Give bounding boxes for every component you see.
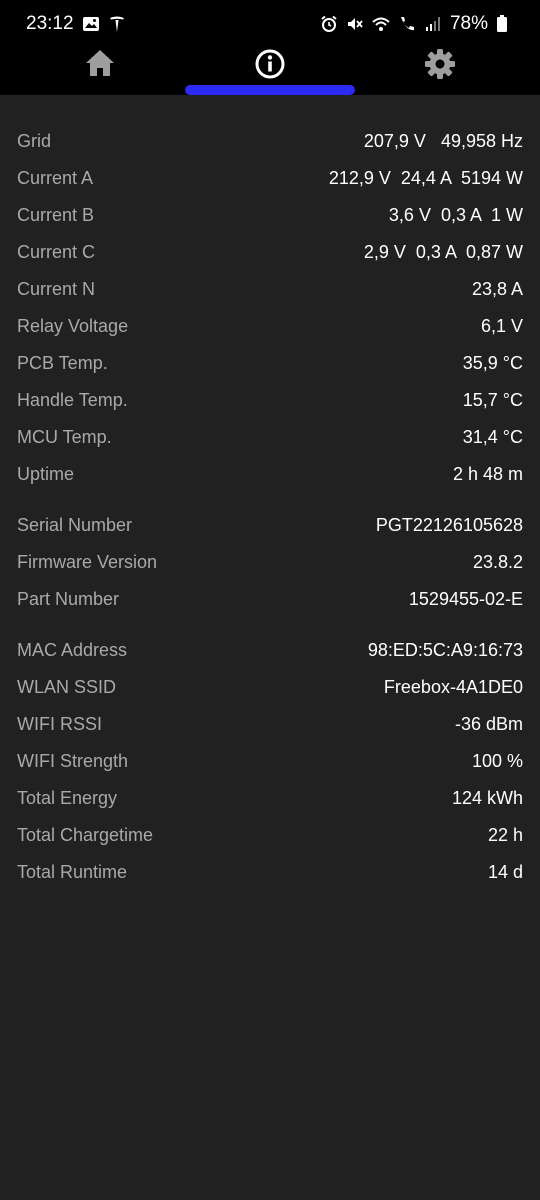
row-label: WIFI RSSI (17, 714, 102, 734)
list-item: Uptime 2 h 48 m (0, 456, 540, 493)
list-item: Current N 23,8 A (0, 271, 540, 308)
row-label: WLAN SSID (17, 677, 117, 697)
row-label: Serial Number (17, 515, 133, 535)
row-label: Handle Temp. (17, 390, 128, 410)
list-item: Current A 212,9 V 24,4 A 5194 W (0, 160, 540, 197)
list-item: Handle Temp. 15,7 °C (0, 382, 540, 419)
row-label: Total Runtime (17, 862, 128, 882)
row-value: -36 dBm (454, 714, 523, 734)
active-tab-indicator (185, 85, 355, 95)
top-navigation (0, 48, 540, 95)
list-item: Total Energy 124 kWh (0, 780, 540, 817)
list-item: MAC Address 98:ED:5C:A9:16:73 (0, 632, 540, 669)
row-label: Uptime (17, 464, 75, 484)
row-label: Total Chargetime (17, 825, 154, 845)
row-label: Firmware Version (17, 552, 158, 572)
list-item: Total Runtime 14 d (0, 854, 540, 891)
tab-home[interactable] (10, 48, 190, 95)
row-value: 15,7 °C (462, 390, 523, 410)
row-label: Current A (17, 168, 94, 188)
wifi-icon (372, 15, 390, 33)
row-value: 2 h 48 m (452, 464, 523, 484)
row-label: Current C (17, 242, 96, 262)
alarm-icon (320, 15, 338, 33)
status-bar-right: 78% (320, 13, 514, 35)
tesla-logo-icon (108, 15, 126, 33)
row-label: Grid (17, 131, 52, 151)
electrical-group: Grid 207,9 V 49,958 Hz Current A 212,9 V 2… (0, 123, 540, 493)
row-value: 35,9 °C (462, 353, 523, 373)
row-label: WIFI Strength (17, 751, 129, 771)
row-value: 124 kWh (451, 788, 523, 808)
list-item: Grid 207,9 V 49,958 Hz (0, 123, 540, 160)
info-icon (254, 48, 286, 85)
row-value: 23.8.2 (472, 552, 523, 572)
row-value: 1529455-02-E (408, 589, 523, 609)
status-time: 23:12 (26, 13, 74, 34)
row-label: Current B (17, 205, 95, 225)
list-item: Current C 2,9 V 0,3 A 0,87 W (0, 234, 540, 271)
row-value: 6,1 V (480, 316, 523, 336)
list-item: PCB Temp. 35,9 °C (0, 345, 540, 382)
row-value: 2,9 V 0,3 A 0,87 W (363, 242, 523, 262)
row-label: Current N (17, 279, 96, 299)
row-label: PCB Temp. (17, 353, 108, 373)
list-item: Current B 3,6 V 0,3 A 1 W (0, 197, 540, 234)
battery-icon (496, 15, 514, 33)
network-group: MAC Address 98:ED:5C:A9:16:73 WLAN SSID Fr… (0, 632, 540, 891)
battery-percent: 78% (449, 13, 488, 34)
list-item: Serial Number PGT22126105628 (0, 507, 540, 544)
row-label: Relay Voltage (17, 316, 129, 336)
list-item: WIFI Strength 100 % (0, 743, 540, 780)
list-item: Part Number 1529455-02-E (0, 581, 540, 618)
status-bar-left: 23:12 (26, 13, 126, 35)
tab-settings[interactable] (350, 48, 530, 95)
row-value: 98:ED:5C:A9:16:73 (367, 640, 523, 660)
row-value: 100 % (471, 751, 523, 771)
status-bar: 23:12 78% (0, 0, 540, 48)
row-value: 14 d (487, 862, 523, 882)
home-icon (84, 48, 116, 83)
gallery-icon (82, 15, 100, 33)
list-item: Relay Voltage 6,1 V (0, 308, 540, 345)
row-value: 23,8 A (471, 279, 523, 299)
row-label: MAC Address (17, 640, 128, 660)
device-group: Serial Number PGT22126105628 Firmware Ver… (0, 507, 540, 618)
mute-icon (346, 15, 364, 33)
row-value: 3,6 V 0,3 A 1 W (388, 205, 523, 225)
row-label: Part Number (17, 589, 120, 609)
list-item: WLAN SSID Freebox-4A1DE0 (0, 669, 540, 706)
list-item: Total Chargetime 22 h (0, 817, 540, 854)
row-value: 31,4 °C (462, 427, 523, 447)
row-value: Freebox-4A1DE0 (383, 677, 523, 697)
row-value: PGT22126105628 (375, 515, 523, 535)
list-item: MCU Temp. 31,4 °C (0, 419, 540, 456)
list-item: WIFI RSSI -36 dBm (0, 706, 540, 743)
row-value: 212,9 V 24,4 A 5194 W (328, 168, 523, 188)
row-label: MCU Temp. (17, 427, 112, 447)
info-list: Grid 207,9 V 49,958 Hz Current A 212,9 V 2… (0, 95, 540, 891)
row-value: 22 h (487, 825, 523, 845)
gear-icon (424, 48, 456, 85)
list-item: Firmware Version 23.8.2 (0, 544, 540, 581)
signal-icon (424, 15, 442, 33)
wifi-call-icon (398, 15, 416, 33)
row-label: Total Energy (17, 788, 118, 808)
row-value: 207,9 V 49,958 Hz (363, 131, 523, 151)
